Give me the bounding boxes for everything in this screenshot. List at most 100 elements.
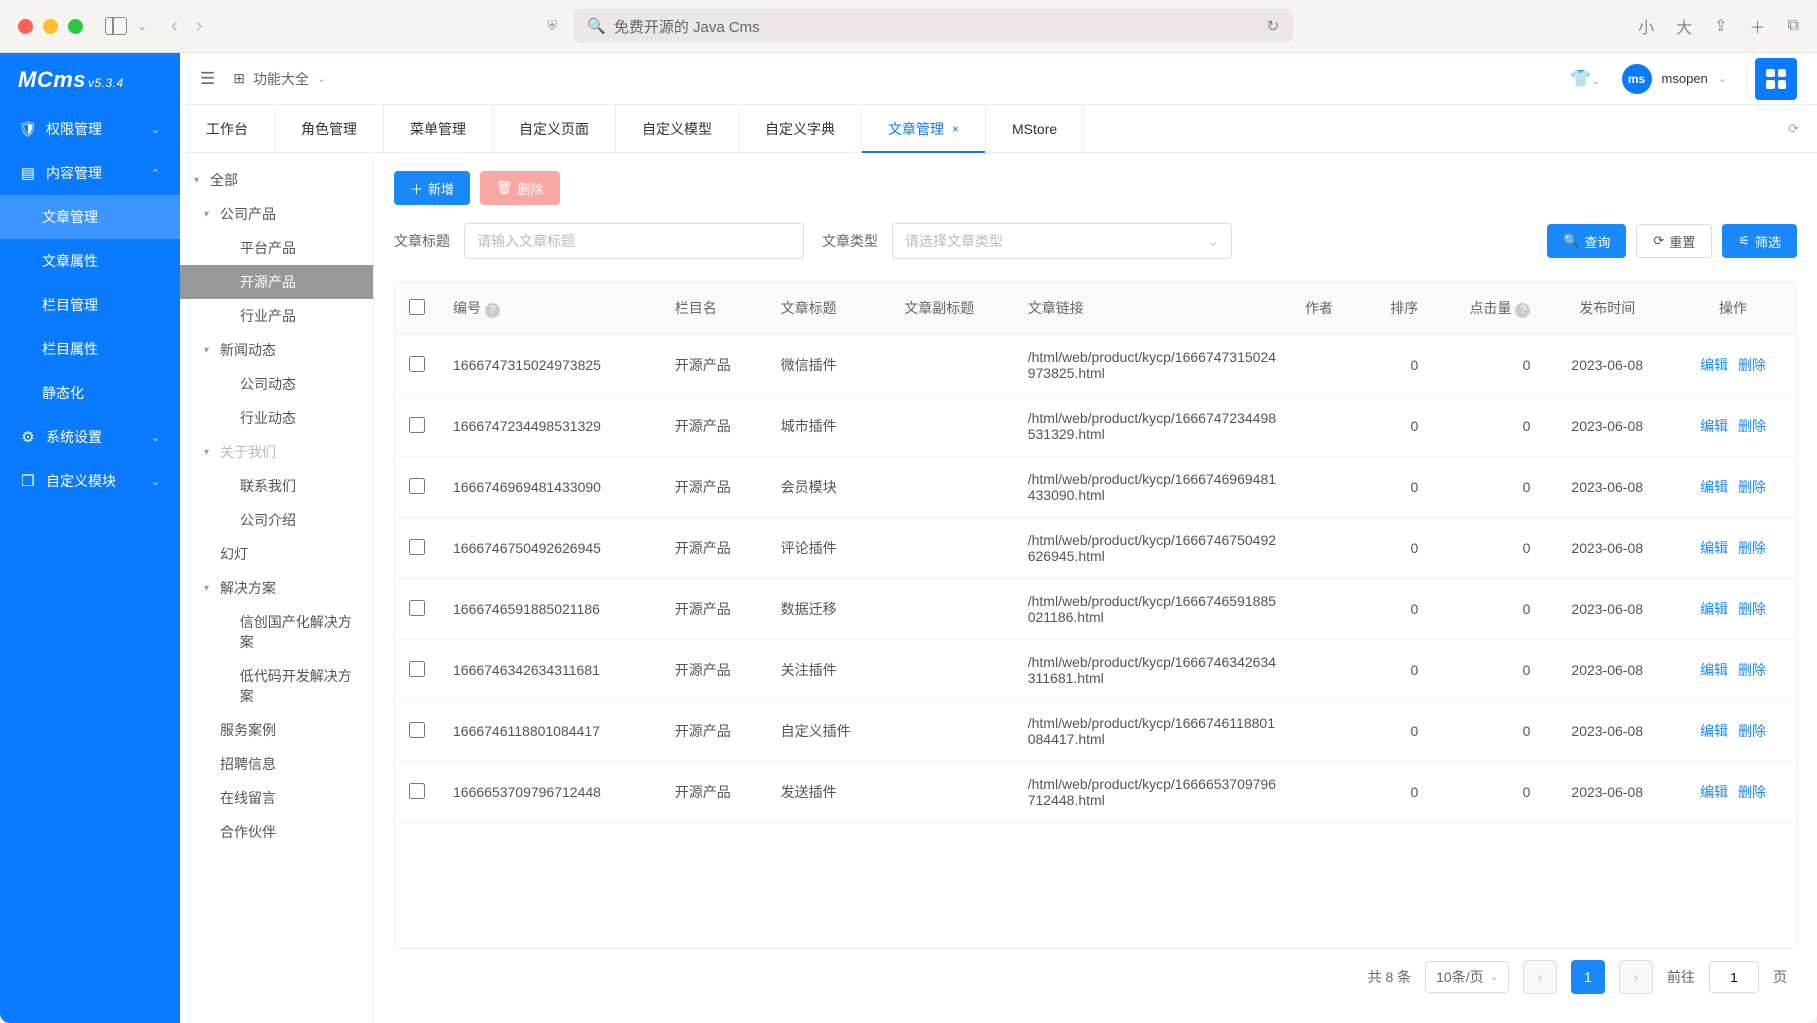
search-button[interactable]: 🔍 查询 — [1547, 224, 1626, 258]
tree-item-行业产品[interactable]: 行业产品 — [180, 299, 373, 333]
user-menu[interactable]: ms msopen ⌄ — [1622, 64, 1727, 94]
delete-link[interactable]: 删除 — [1738, 723, 1766, 739]
tree-item-关于我们[interactable]: ▾关于我们 — [180, 435, 373, 469]
goto-page-input[interactable] — [1709, 961, 1759, 993]
tree-item-联系我们[interactable]: 联系我们 — [180, 469, 373, 503]
collapse-sidebar-icon[interactable]: ☰ — [200, 69, 215, 89]
text-size-large[interactable]: 大 — [1676, 14, 1692, 38]
tree-item-解决方案[interactable]: ▾解决方案 — [180, 571, 373, 605]
row-checkbox[interactable] — [409, 661, 425, 677]
delete-link[interactable]: 删除 — [1738, 479, 1766, 495]
row-checkbox[interactable] — [409, 600, 425, 616]
nav-sub-栏目管理[interactable]: 栏目管理 — [0, 283, 180, 327]
tree-item-开源产品[interactable]: 开源产品 — [180, 265, 373, 299]
privacy-shield-icon[interactable]: ⛨ — [547, 18, 557, 34]
tab-自定义字典[interactable]: 自定义字典 — [739, 105, 862, 152]
tree-item-服务案例[interactable]: 服务案例 — [180, 713, 373, 747]
delete-button[interactable]: 🗑 删除 — [480, 171, 560, 205]
tree-item-在线留言[interactable]: 在线留言 — [180, 781, 373, 815]
minimize-window-button[interactable] — [43, 19, 58, 34]
page-number-button[interactable]: 1 — [1571, 960, 1605, 994]
help-icon[interactable]: ? — [485, 303, 500, 318]
tabs-overview-icon[interactable]: ⧉ — [1788, 17, 1799, 35]
edit-link[interactable]: 编辑 — [1700, 784, 1728, 800]
url-bar[interactable]: 🔍 免费开源的 Java Cms ↻ — [573, 9, 1293, 43]
delete-link[interactable]: 删除 — [1738, 418, 1766, 434]
prev-page-button[interactable]: ‹ — [1523, 960, 1557, 994]
close-window-button[interactable] — [18, 19, 33, 34]
tree-item-行业动态[interactable]: 行业动态 — [180, 401, 373, 435]
close-tab-icon[interactable]: × — [952, 122, 959, 136]
chevron-down-icon[interactable]: ⌄ — [137, 19, 147, 33]
nav-sub-栏目属性[interactable]: 栏目属性 — [0, 327, 180, 371]
nav-item-内容管理[interactable]: ▤内容管理⌃ — [0, 151, 180, 195]
next-page-button[interactable]: › — [1619, 960, 1653, 994]
cell-hits: 0 — [1432, 335, 1544, 396]
edit-link[interactable]: 编辑 — [1700, 723, 1728, 739]
tree-item-低代码开发解决方案[interactable]: 低代码开发解决方案 — [180, 659, 373, 713]
forward-button[interactable]: › — [196, 15, 203, 38]
tab-自定义页面[interactable]: 自定义页面 — [493, 105, 616, 152]
edit-link[interactable]: 编辑 — [1700, 357, 1728, 373]
delete-link[interactable]: 删除 — [1738, 662, 1766, 678]
tree-item-公司介绍[interactable]: 公司介绍 — [180, 503, 373, 537]
edit-link[interactable]: 编辑 — [1700, 601, 1728, 617]
maximize-window-button[interactable] — [68, 19, 83, 34]
filter-title-input[interactable] — [464, 223, 804, 259]
share-icon[interactable]: ⇪ — [1714, 16, 1727, 36]
row-checkbox[interactable] — [409, 417, 425, 433]
filter-type-select[interactable]: 请选择文章类型 ⌄ — [892, 223, 1232, 259]
filter-type-label: 文章类型 — [822, 231, 878, 251]
tree-item-公司产品[interactable]: ▾公司产品 — [180, 197, 373, 231]
text-size-small[interactable]: 小 — [1638, 14, 1654, 38]
new-tab-icon[interactable]: ＋ — [1750, 14, 1766, 38]
edit-link[interactable]: 编辑 — [1700, 662, 1728, 678]
nav-sub-静态化[interactable]: 静态化 — [0, 371, 180, 415]
tab-角色管理[interactable]: 角色管理 — [275, 105, 384, 152]
tab-自定义模型[interactable]: 自定义模型 — [616, 105, 739, 152]
filter-button[interactable]: ⚟ 筛选 — [1722, 224, 1797, 258]
delete-link[interactable]: 删除 — [1738, 601, 1766, 617]
nav-item-自定义模块[interactable]: ❒自定义模块⌄ — [0, 459, 180, 503]
page-size-select[interactable]: 10条/页 ⌄ — [1425, 961, 1509, 993]
tab-文章管理[interactable]: 文章管理× — [862, 105, 986, 152]
tab-菜单管理[interactable]: 菜单管理 — [384, 105, 493, 152]
tree-item-新闻动态[interactable]: ▾新闻动态 — [180, 333, 373, 367]
nav-item-权限管理[interactable]: 🛡权限管理⌄ — [0, 107, 180, 151]
theme-icon[interactable]: 👕⌄ — [1570, 69, 1600, 89]
tabs-refresh-button[interactable]: ⟳ — [1770, 105, 1817, 152]
tab-MStore[interactable]: MStore — [986, 105, 1084, 152]
tree-item-全部[interactable]: ▾全部 — [180, 163, 373, 197]
tree-item-合作伙伴[interactable]: 合作伙伴 — [180, 815, 373, 849]
delete-link[interactable]: 删除 — [1738, 784, 1766, 800]
refresh-icon[interactable]: ↻ — [1267, 17, 1280, 35]
cell-ops: 编辑 删除 — [1670, 457, 1796, 518]
tree-item-幻灯[interactable]: 幻灯 — [180, 537, 373, 571]
nav-item-系统设置[interactable]: ⚙系统设置⌄ — [0, 415, 180, 459]
full-menu-button[interactable]: ⊞ 功能大全 ⌄ — [233, 69, 326, 89]
nav-sub-文章管理[interactable]: 文章管理 — [0, 195, 180, 239]
apps-grid-button[interactable] — [1755, 58, 1797, 100]
edit-link[interactable]: 编辑 — [1700, 479, 1728, 495]
edit-link[interactable]: 编辑 — [1700, 540, 1728, 556]
tab-工作台[interactable]: 工作台 — [180, 105, 275, 152]
row-checkbox[interactable] — [409, 478, 425, 494]
row-checkbox[interactable] — [409, 783, 425, 799]
sidebar-toggle-icon[interactable] — [105, 17, 127, 35]
reset-button[interactable]: ⟳ 重置 — [1636, 224, 1712, 258]
back-button[interactable]: ‹ — [171, 15, 178, 38]
select-all-checkbox[interactable] — [409, 299, 425, 315]
tree-item-公司动态[interactable]: 公司动态 — [180, 367, 373, 401]
tree-item-平台产品[interactable]: 平台产品 — [180, 231, 373, 265]
row-checkbox[interactable] — [409, 356, 425, 372]
tree-item-招聘信息[interactable]: 招聘信息 — [180, 747, 373, 781]
help-icon[interactable]: ? — [1515, 303, 1530, 318]
delete-link[interactable]: 删除 — [1738, 540, 1766, 556]
add-button[interactable]: ＋ 新增 — [394, 171, 470, 205]
nav-sub-文章属性[interactable]: 文章属性 — [0, 239, 180, 283]
row-checkbox[interactable] — [409, 722, 425, 738]
row-checkbox[interactable] — [409, 539, 425, 555]
tree-item-信创国产化解决方案[interactable]: 信创国产化解决方案 — [180, 605, 373, 659]
delete-link[interactable]: 删除 — [1738, 357, 1766, 373]
edit-link[interactable]: 编辑 — [1700, 418, 1728, 434]
